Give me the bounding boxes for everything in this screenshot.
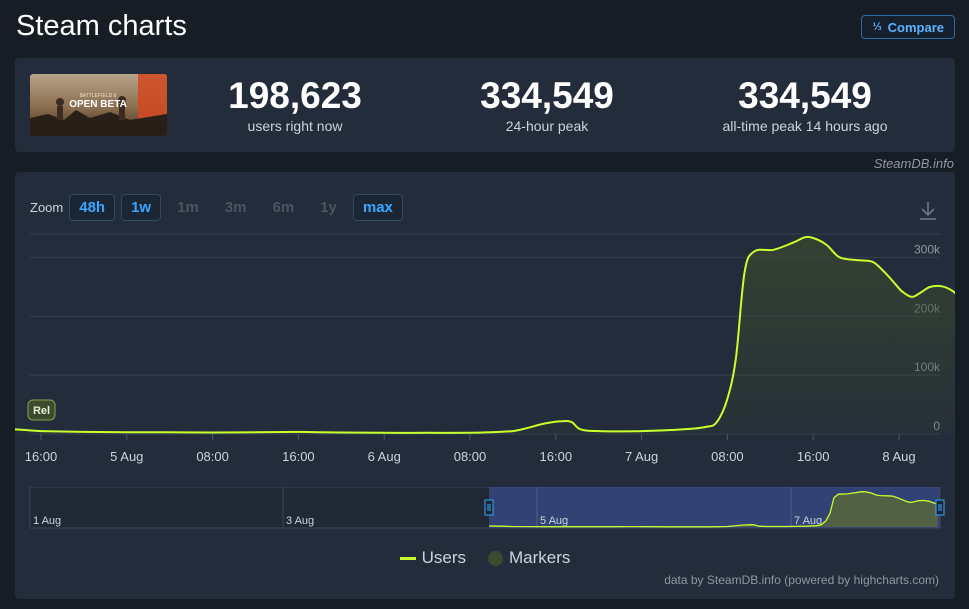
- x-tick-label: 7 Aug: [625, 449, 658, 464]
- stat-current: 198,623 users right now: [214, 75, 376, 135]
- x-tick-label: 08:00: [196, 449, 229, 464]
- navigator-right-handle[interactable]: [935, 499, 945, 516]
- legend-label-users: Users: [421, 548, 466, 567]
- navigator-label: 3 Aug: [286, 515, 314, 527]
- steamdb-credit[interactable]: SteamDB.info: [874, 156, 954, 171]
- navigator-left-handle[interactable]: [484, 499, 494, 516]
- users-chart[interactable]: 0100k200k300k 16:005 Aug08:0016:006 Aug0…: [15, 172, 955, 472]
- x-tick-label: 16:00: [797, 449, 830, 464]
- chart-credits[interactable]: data by SteamDB.info (powered by highcha…: [664, 573, 939, 587]
- x-tick-label: 16:00: [540, 449, 573, 464]
- stat-current-label: users right now: [247, 118, 343, 134]
- release-marker-label: Rel: [33, 405, 50, 417]
- banner-title: OPEN BETA: [69, 99, 127, 110]
- users-area: [15, 236, 955, 434]
- stat-alltime-peak-value: 334,549: [738, 75, 872, 116]
- x-tick-label: 6 Aug: [368, 449, 401, 464]
- y-tick-label: 300k: [914, 242, 941, 256]
- legend-item-users[interactable]: Users: [399, 548, 466, 568]
- game-banner-image: BATTLEFIELD 6 OPEN BETA: [30, 74, 167, 136]
- stat-alltime-peak: 334,549 all-time peak 14 hours ago: [705, 75, 905, 135]
- navigator[interactable]: 1 Aug 3 Aug 5 Aug 7 Aug: [15, 487, 955, 532]
- x-tick-label: 16:00: [25, 449, 58, 464]
- x-tick-label: 08:00: [711, 449, 744, 464]
- compare-label: Compare: [887, 19, 944, 35]
- navigator-label: 1 Aug: [33, 515, 61, 527]
- fraction-icon: ⅓: [872, 21, 882, 33]
- legend-item-markers[interactable]: Markers: [488, 548, 570, 568]
- release-marker[interactable]: Rel: [27, 399, 56, 421]
- chart-legend: Users Markers: [15, 548, 955, 568]
- stats-panel: BATTLEFIELD 6 OPEN BETA 198,623 users ri…: [15, 58, 955, 152]
- legend-dot-icon: [488, 550, 503, 566]
- legend-label-markers: Markers: [509, 548, 571, 567]
- stat-24h-peak-value: 334,549: [480, 75, 614, 116]
- stat-24h-peak-label: 24-hour peak: [505, 118, 589, 134]
- stat-alltime-peak-label: all-time peak 14 hours ago: [722, 118, 888, 134]
- x-tick-label: 5 Aug: [110, 449, 143, 464]
- x-tick-label: 16:00: [282, 449, 315, 464]
- legend-line-icon: [399, 556, 416, 560]
- compare-button[interactable]: ⅓ Compare: [861, 15, 955, 39]
- navigator-label: 5 Aug: [540, 515, 568, 527]
- stat-24h-peak: 334,549 24-hour peak: [466, 75, 628, 135]
- page-title: Steam charts: [16, 10, 187, 42]
- x-tick-label: 08:00: [454, 449, 487, 464]
- chart-panel: Zoom 48h 1w 1m 3m 6m 1y max 0100k200k300…: [15, 172, 955, 599]
- game-banner[interactable]: BATTLEFIELD 6 OPEN BETA: [30, 74, 167, 136]
- x-tick-label: 8 Aug: [882, 449, 915, 464]
- stat-current-value: 198,623: [228, 75, 362, 116]
